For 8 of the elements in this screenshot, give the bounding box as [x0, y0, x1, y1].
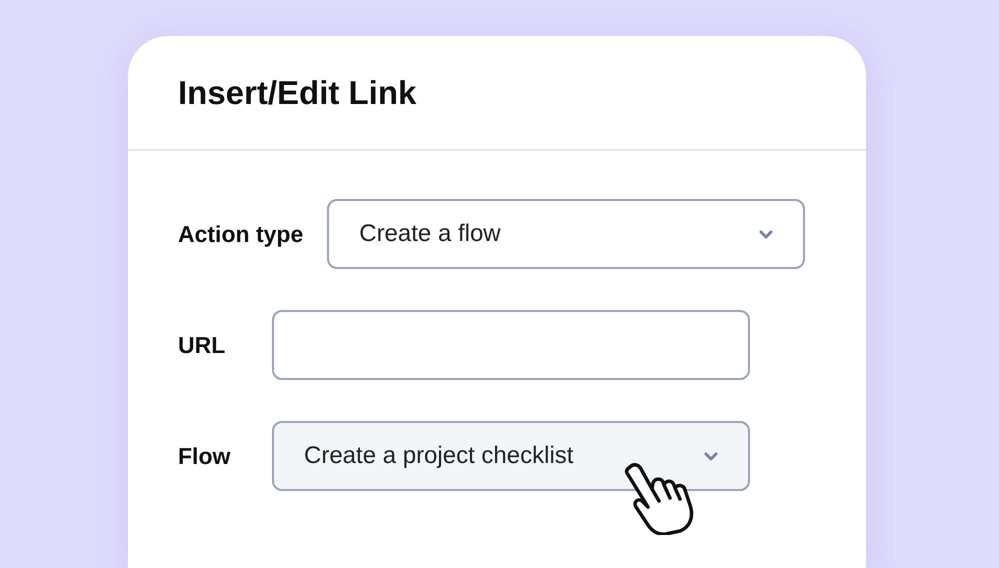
field-label: Flow — [178, 442, 232, 471]
field-label: URL — [178, 330, 226, 360]
chevron-down-icon — [704, 452, 718, 460]
input-field[interactable] — [272, 310, 750, 380]
field-label: Action type — [178, 220, 304, 249]
chevron-down-icon — [759, 230, 774, 238]
dropdown-field[interactable]: Create a flow — [327, 199, 806, 269]
dialog-title: Insert/Edit Link — [178, 72, 416, 113]
